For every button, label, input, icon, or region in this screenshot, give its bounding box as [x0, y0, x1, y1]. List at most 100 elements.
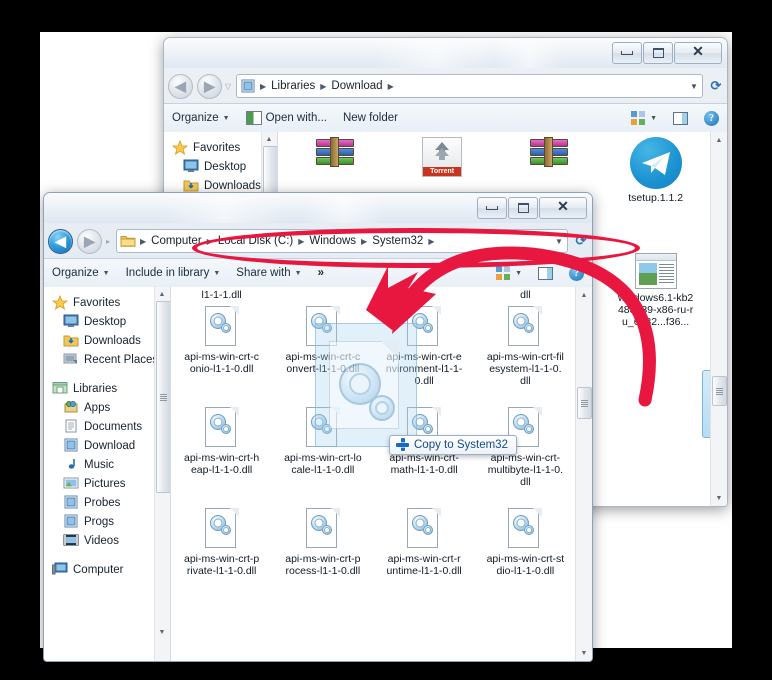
- forward-button[interactable]: ▶: [197, 73, 222, 99]
- refresh-icon[interactable]: ⟳: [570, 233, 592, 249]
- recent-pages-caret-icon[interactable]: ▸: [102, 237, 114, 246]
- share-with-button[interactable]: Share with ▼: [228, 259, 309, 287]
- sidebar-item-apps[interactable]: Apps: [50, 398, 170, 417]
- scroll-up-arrow-icon[interactable]: ▲: [263, 134, 275, 144]
- sidebar-item-pictures[interactable]: Pictures: [50, 474, 170, 493]
- front-window-file-scrollbar[interactable]: ▲ ▼: [575, 287, 592, 661]
- scroll-down-arrow-icon[interactable]: ▼: [576, 645, 592, 661]
- list-item[interactable]: windows6.1-kb2483139-x86-ru-ru_6532...f3…: [602, 250, 709, 333]
- breadcrumb-item[interactable]: Local Disk (C:): [215, 235, 296, 247]
- scroll-up-arrow-icon[interactable]: ▲: [156, 289, 168, 299]
- system32-explorer-window[interactable]: ✕ ◀ ▶ ▸ ▶ Computer ▶ Local Disk (C:) ▶ W…: [43, 192, 593, 662]
- change-view-button[interactable]: ▼: [488, 259, 530, 287]
- help-button[interactable]: ?: [561, 259, 592, 287]
- scrollbar-track[interactable]: [711, 148, 727, 490]
- help-button[interactable]: ?: [696, 104, 727, 132]
- scroll-up-arrow-icon[interactable]: ▲: [711, 132, 727, 148]
- breadcrumb-item[interactable]: Libraries: [268, 80, 318, 92]
- breadcrumb-item[interactable]: System32: [369, 235, 426, 247]
- address-dropdown-icon[interactable]: ▼: [551, 237, 567, 246]
- address-bar[interactable]: ▶ Libraries ▶ Download ▶ ▼: [236, 74, 703, 98]
- front-window-file-pane[interactable]: l1-1-1.dll dll api-ms-win-crt-conio-l1-1…: [171, 287, 592, 661]
- list-item[interactable]: api-ms-win-crt-process-l1-1-0.dll: [272, 505, 373, 582]
- sidebar-item-documents[interactable]: Documents: [50, 417, 170, 436]
- front-window-toolbar: Organize ▼ Include in library ▼ Share wi…: [44, 258, 592, 288]
- sidebar-group-favorites[interactable]: Favorites: [50, 293, 170, 312]
- sidebar-group-libraries[interactable]: Libraries: [50, 379, 170, 398]
- sidebar-scrollbar[interactable]: ▲ ▼: [154, 287, 170, 661]
- sidebar-item-probes[interactable]: Probes: [50, 493, 170, 512]
- winrar-archive-icon: [316, 137, 355, 171]
- breadcrumb[interactable]: ▶ Computer ▶ Local Disk (C:) ▶ Windows ▶…: [138, 235, 436, 247]
- list-item[interactable]: tsetup.1.1.2: [602, 134, 709, 209]
- maximize-button[interactable]: [643, 42, 673, 64]
- list-item[interactable]: api-ms-win-crt-stdio-l1-1-0.dll: [475, 505, 576, 582]
- sidebar-item-progs[interactable]: Progs: [50, 512, 170, 531]
- list-item[interactable]: api-ms-win-crt-heap-l1-1-0.dll: [171, 404, 272, 493]
- show-preview-pane-button[interactable]: [665, 104, 696, 132]
- back-window-titlebar[interactable]: ✕: [164, 38, 727, 68]
- recent-pages-caret-icon[interactable]: ▽: [222, 82, 234, 91]
- sidebar-item-recent-places[interactable]: Recent Places: [50, 350, 170, 369]
- sidebar-item-downloads[interactable]: Downloads: [50, 331, 170, 350]
- sidebar-item-download[interactable]: Download: [50, 436, 170, 455]
- file-label: api-ms-win-crt-conio-l1-1-0.dll: [184, 351, 259, 375]
- organize-button[interactable]: Organize ▼: [44, 259, 118, 287]
- address-dropdown-icon[interactable]: ▼: [686, 82, 702, 91]
- address-bar[interactable]: ▶ Computer ▶ Local Disk (C:) ▶ Windows ▶…: [116, 229, 568, 253]
- close-button[interactable]: ✕: [674, 42, 722, 64]
- scroll-down-arrow-icon[interactable]: ▼: [156, 627, 168, 637]
- refresh-icon[interactable]: ⟳: [705, 78, 727, 94]
- back-button[interactable]: ◀: [168, 73, 193, 99]
- sidebar-item-music[interactable]: Music: [50, 455, 170, 474]
- back-window-controls[interactable]: ✕: [612, 42, 722, 64]
- list-item[interactable]: api-ms-win-crt-conio-l1-1-0.dll: [171, 303, 272, 392]
- front-window-titlebar[interactable]: ✕: [44, 193, 592, 223]
- list-item[interactable]: api-ms-win-crt-private-l1-1-0.dll: [171, 505, 272, 582]
- scrollbar-thumb[interactable]: [577, 387, 592, 419]
- minimize-button[interactable]: [477, 197, 507, 219]
- back-window-file-scrollbar[interactable]: ▲ ▼: [710, 132, 727, 506]
- breadcrumb-item[interactable]: Download: [328, 80, 385, 92]
- views-icon: [496, 266, 511, 280]
- scrollbar-thumb[interactable]: [156, 301, 170, 493]
- scrollbar-track[interactable]: [576, 303, 592, 645]
- include-in-library-button[interactable]: Include in library ▼: [118, 259, 229, 287]
- screenshot-root: ✕ ◀ ▶ ▽ ▶ Libraries ▶ Download ▶ ▼ ⟳ Org…: [0, 0, 772, 680]
- sidebar-group-computer[interactable]: Computer: [50, 560, 170, 579]
- downloads-icon: [183, 178, 199, 193]
- file-label: api-ms-win-crt-runtime-l1-1-0.dll: [386, 553, 462, 577]
- breadcrumb[interactable]: ▶ Libraries ▶ Download ▶: [258, 80, 396, 92]
- open-with-button[interactable]: Open with...: [238, 104, 335, 132]
- minimize-button[interactable]: [612, 42, 642, 64]
- list-item[interactable]: api-ms-win-crt-filesystem-l1-1-0.dll: [475, 303, 576, 392]
- forward-button[interactable]: ▶: [77, 228, 102, 254]
- breadcrumb-item[interactable]: Computer: [148, 235, 205, 247]
- show-preview-pane-button[interactable]: [530, 259, 561, 287]
- list-item[interactable]: api-ms-win-crt-runtime-l1-1-0.dll: [374, 505, 475, 582]
- sidebar-item-desktop[interactable]: Desktop: [50, 312, 170, 331]
- back-button[interactable]: ◀: [48, 228, 73, 254]
- sidebar-item-videos[interactable]: Videos: [50, 531, 170, 550]
- new-folder-button[interactable]: New folder: [335, 104, 406, 132]
- breadcrumb-item[interactable]: Windows: [306, 235, 359, 247]
- organize-button[interactable]: Organize ▼: [164, 104, 238, 132]
- drag-selection-highlight: [315, 323, 417, 447]
- close-button[interactable]: ✕: [539, 197, 587, 219]
- front-window-sidebar[interactable]: Favorites Desktop Downloads Recent Place…: [44, 287, 171, 661]
- front-window-body: Favorites Desktop Downloads Recent Place…: [44, 287, 592, 661]
- chevron-down-icon[interactable]: ▼: [650, 115, 657, 122]
- front-window-controls[interactable]: ✕: [477, 197, 587, 219]
- videos-library-icon: [63, 533, 79, 548]
- dll-file-icon: [305, 508, 340, 550]
- scroll-up-arrow-icon[interactable]: ▲: [576, 287, 592, 303]
- change-view-button[interactable]: ▼: [623, 104, 665, 132]
- file-label: api-ms-win-crt-multibyte-l1-1-0.dll: [487, 452, 564, 488]
- maximize-button[interactable]: [508, 197, 538, 219]
- chevron-down-icon[interactable]: ▼: [515, 270, 522, 277]
- more-toolbar-items-button[interactable]: »: [310, 259, 332, 287]
- file-label: windows6.1-kb2483139-x86-ru-ru_6532...f3…: [617, 292, 694, 328]
- scrollbar-thumb[interactable]: [712, 376, 727, 406]
- torrent-badge-label: Torrent: [423, 167, 462, 176]
- scroll-down-arrow-icon[interactable]: ▼: [711, 490, 727, 506]
